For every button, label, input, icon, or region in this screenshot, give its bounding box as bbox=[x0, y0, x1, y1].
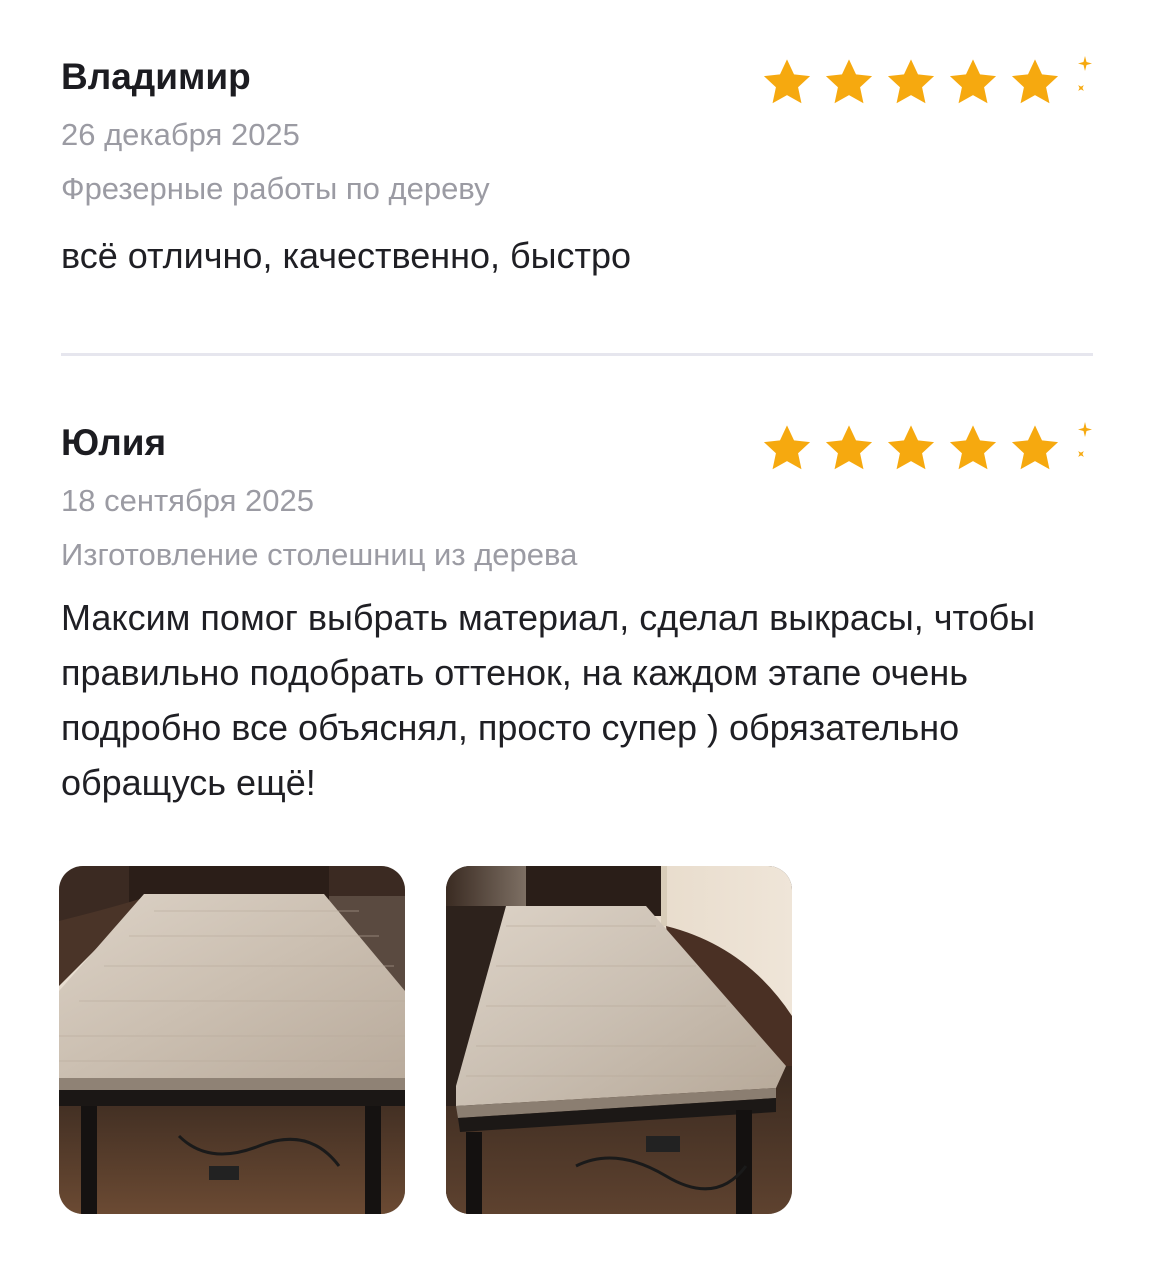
review-photo-thumbnail[interactable] bbox=[446, 866, 792, 1214]
review-photos bbox=[59, 866, 833, 1214]
star-icon bbox=[821, 56, 877, 108]
sparkle-icon bbox=[1078, 422, 1092, 457]
rating-stars bbox=[753, 56, 1063, 108]
star-icon bbox=[759, 422, 815, 474]
star-icon bbox=[821, 422, 877, 474]
sparkle-icon bbox=[1078, 56, 1092, 91]
review-text: всё отлично, качественно, быстро bbox=[61, 235, 632, 276]
star-icon bbox=[883, 56, 939, 108]
review-service[interactable]: Фрезерные работы по дереву bbox=[61, 169, 1093, 209]
star-icon bbox=[759, 56, 815, 108]
star-icon bbox=[945, 56, 1001, 108]
star-icon bbox=[883, 422, 939, 474]
star-icon bbox=[1007, 422, 1063, 474]
review-divider bbox=[61, 353, 1093, 356]
star-icon bbox=[945, 422, 1001, 474]
review-date: 18 сентября 2025 bbox=[61, 483, 314, 518]
review-card: Юлия 18 сентября 2025 Изготовление столе… bbox=[61, 418, 1093, 810]
review-card: Владимир 26 декабря 2025 Фрезерные работ… bbox=[61, 52, 1093, 283]
star-icon bbox=[1007, 56, 1063, 108]
review-service[interactable]: Изготовление столешниц из дерева bbox=[61, 535, 1093, 575]
table-photo-1 bbox=[59, 866, 405, 1214]
review-photo-thumbnail[interactable] bbox=[59, 866, 405, 1214]
table-photo-2 bbox=[446, 866, 792, 1214]
review-date: 26 декабря 2025 bbox=[61, 117, 300, 152]
rating-stars bbox=[753, 422, 1063, 474]
review-text: Максим помог выбрать материал, сделал вы… bbox=[61, 597, 1036, 803]
